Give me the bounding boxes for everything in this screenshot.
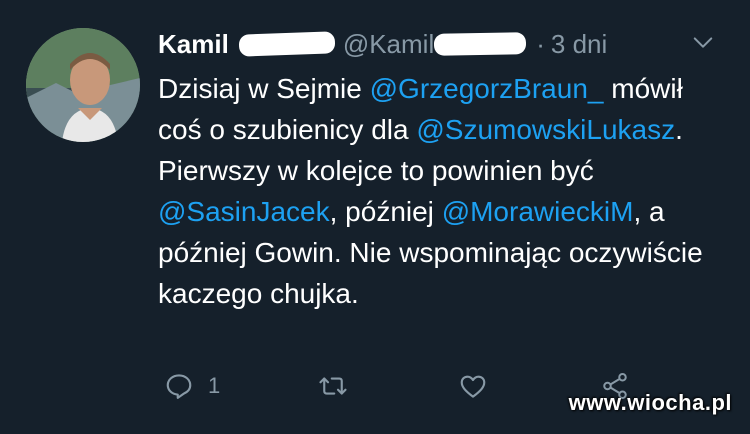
retweet-button[interactable] [318,366,348,406]
reply-count: 1 [208,373,221,398]
like-button[interactable] [458,366,488,406]
mention-link[interactable]: @SzumowskiLukasz [416,114,675,145]
redaction-mark [434,32,527,56]
mention-link[interactable]: @GrzegorzBraun_ [370,73,604,104]
reply-icon [166,374,192,399]
chevron-down-icon[interactable] [692,32,714,54]
tweet-text-segment: Dzisiaj w Sejmie [158,73,370,104]
mention-link[interactable]: @MorawieckiM [442,196,634,227]
mention-link[interactable]: @SasinJacek [158,196,330,227]
tweet-timestamp[interactable]: 3 dni [551,29,607,60]
redaction-mark [238,31,336,57]
tweet-text: Dzisiaj w Sejmie @GrzegorzBraun_ mówił c… [158,68,728,314]
avatar[interactable] [26,28,140,142]
reply-button[interactable]: 1 [164,366,220,406]
header-separator: · [536,28,545,59]
retweet-icon [319,377,347,395]
author-handle[interactable]: @Kamil [343,29,434,60]
site-watermark: www.wiocha.pl [568,390,732,415]
avatar-image [26,28,140,142]
author-name[interactable]: Kamil [158,29,229,60]
heart-icon [460,375,486,398]
tweet-header: Kamil @Kamil · 3 dni [158,26,730,62]
tweet-card[interactable]: Kamil @Kamil · 3 dni Dzisiaj w Sejmie @G… [0,0,750,434]
tweet-text-segment: , później [329,196,442,227]
